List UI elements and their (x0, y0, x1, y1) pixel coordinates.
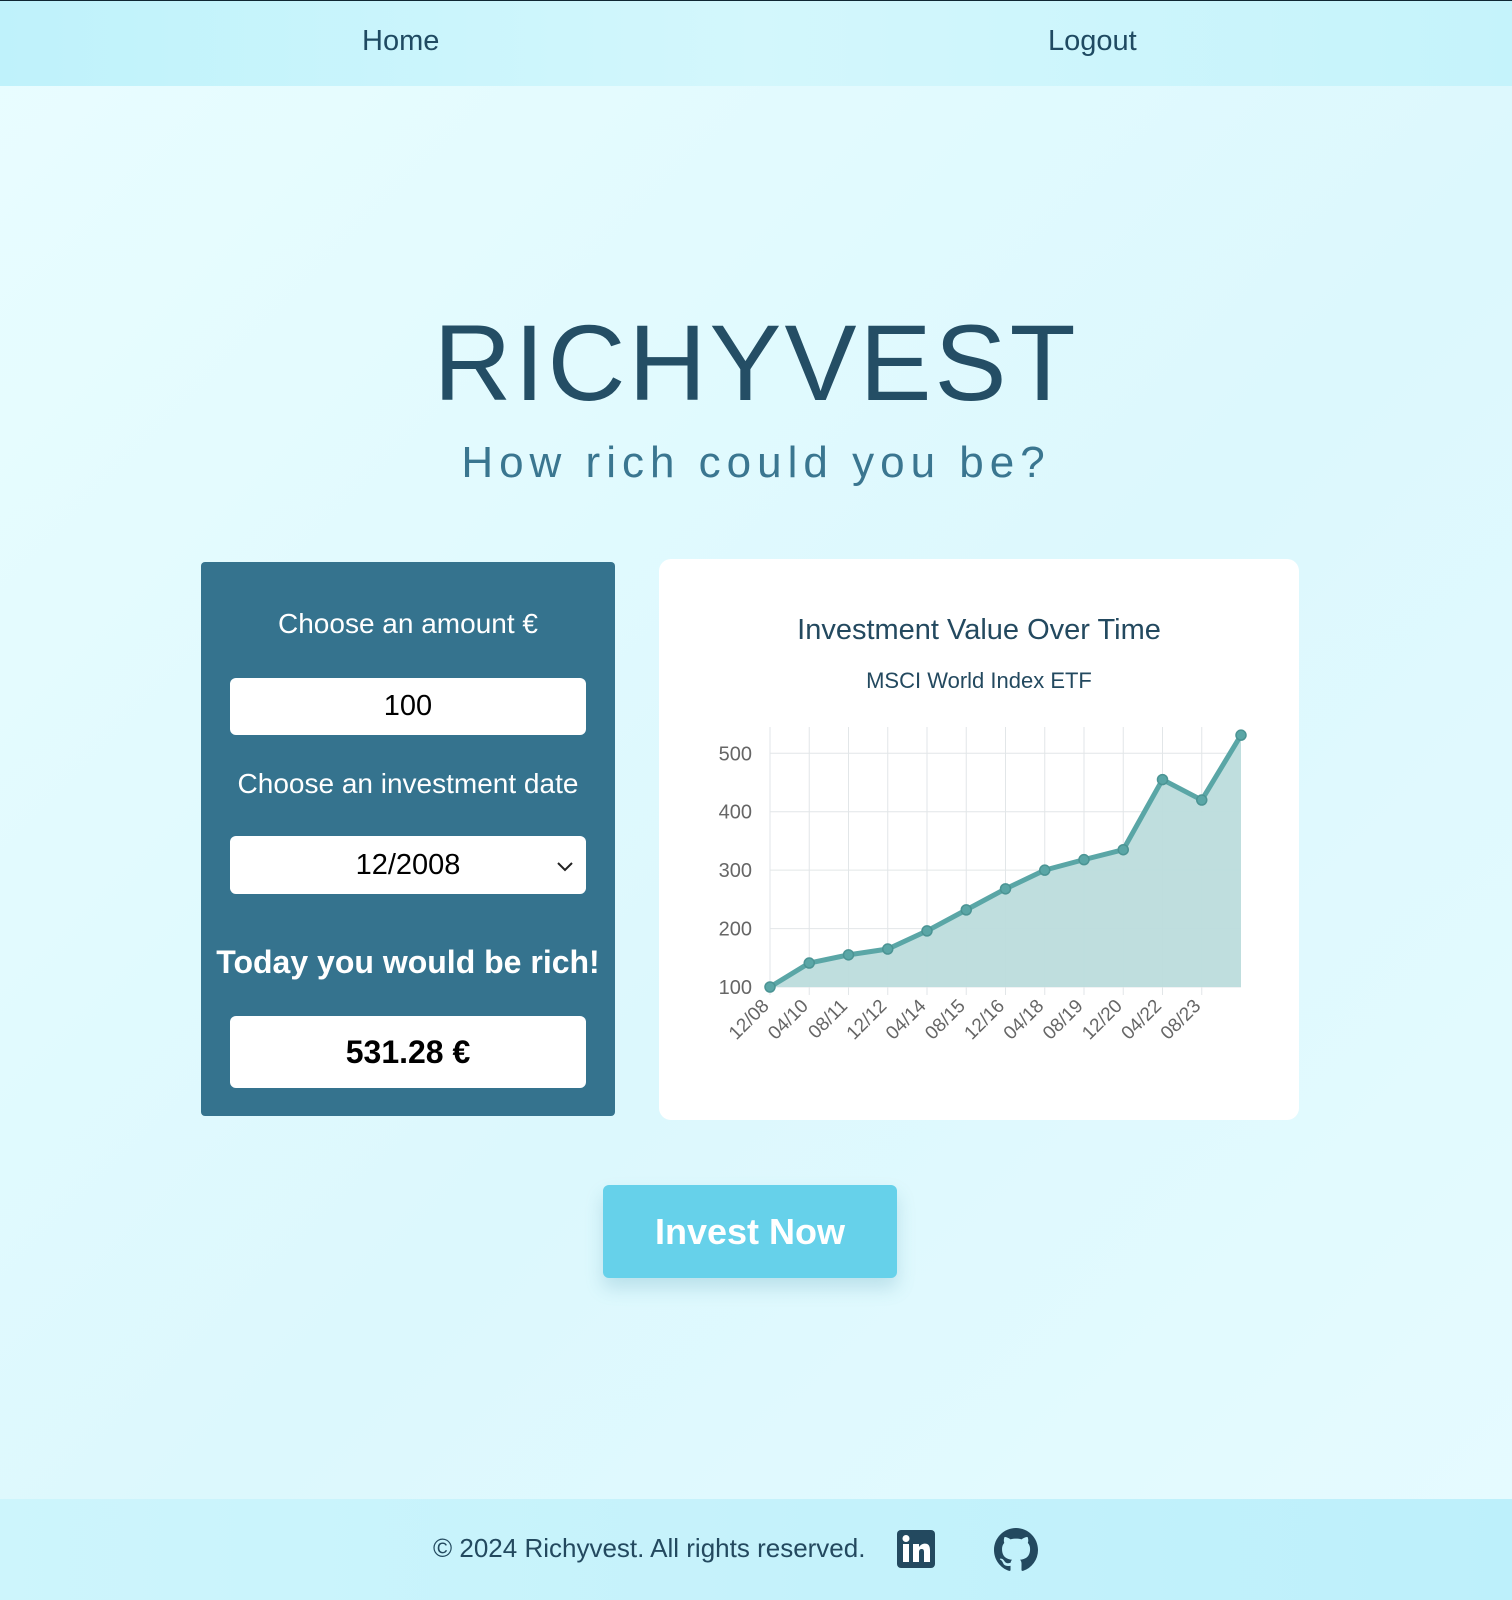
result-label: Today you would be rich! (216, 944, 600, 980)
x-tick-label: 12/08 (725, 996, 773, 1044)
x-tick-label: 12/12 (843, 996, 891, 1044)
investment-form-panel: Choose an amount € Choose an investment … (201, 562, 615, 1116)
result-value: 531.28 € (230, 1016, 586, 1088)
top-nav: Home Logout (0, 0, 1512, 86)
x-tick-label: 12/20 (1078, 996, 1126, 1044)
invest-now-button[interactable]: Invest Now (603, 1185, 897, 1278)
data-point (764, 981, 776, 993)
brand-title: RICHYVEST (433, 302, 1079, 423)
x-tick-label: 04/14 (882, 995, 931, 1044)
data-point (1039, 864, 1051, 876)
x-tick-label: 08/11 (805, 996, 852, 1043)
data-point (803, 957, 815, 969)
x-tick-label: 04/22 (1118, 996, 1166, 1044)
data-point (960, 904, 972, 916)
date-select[interactable]: 12/2008 (230, 836, 586, 894)
x-tick-label: 12/16 (961, 996, 1009, 1044)
x-tick-label: 08/23 (1157, 996, 1205, 1044)
y-tick-label: 500 (719, 743, 752, 765)
date-label: Choose an investment date (237, 768, 579, 799)
nav-logout-link[interactable]: Logout (1048, 25, 1137, 58)
data-point (1235, 729, 1247, 741)
amount-label: Choose an amount € (278, 608, 538, 639)
copyright-text: © 2024 Richyvest. All rights reserved. (433, 1533, 866, 1563)
nav-home-link[interactable]: Home (362, 25, 439, 58)
investment-chart: 100 200 300 400 500 12/0804/1008/1112/1204/14… (719, 727, 1247, 1044)
y-tick-label: 100 (719, 977, 752, 999)
x-tick-label: 04/10 (764, 996, 812, 1044)
data-point (1196, 794, 1208, 806)
date-select-value: 12/2008 (355, 849, 461, 881)
x-tick-label: 08/19 (1039, 996, 1087, 1044)
data-point (1078, 853, 1090, 866)
linkedin-icon[interactable] (896, 1529, 936, 1569)
x-tick-label: 04/18 (1000, 996, 1048, 1044)
data-point (921, 925, 933, 937)
data-point (842, 949, 855, 961)
chart-card: Investment Value Over Time MSCI World In… (659, 559, 1299, 1120)
y-tick-label: 300 (719, 860, 752, 882)
chevron-down-icon (557, 862, 573, 872)
data-point (882, 943, 894, 955)
data-point (999, 883, 1012, 895)
tagline: How rich could you be? (461, 438, 1051, 487)
data-point (1156, 773, 1169, 786)
y-tick-label: 200 (719, 919, 752, 941)
footer: © 2024 Richyvest. All rights reserved. (0, 1499, 1512, 1600)
amount-input[interactable] (230, 678, 586, 735)
y-tick-label: 400 (719, 802, 752, 824)
data-point (1117, 843, 1129, 856)
x-tick-label: 08/15 (921, 996, 969, 1044)
github-icon[interactable] (994, 1528, 1038, 1572)
